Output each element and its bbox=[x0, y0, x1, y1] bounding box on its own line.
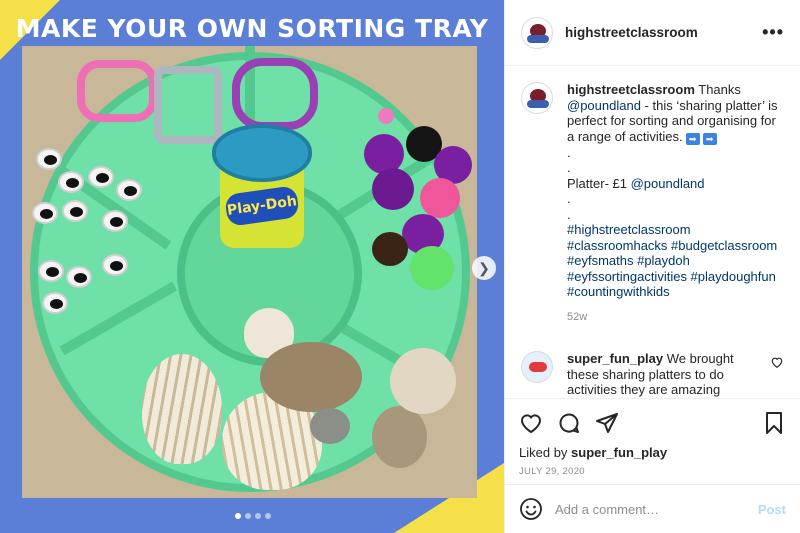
playdoh-pot: Play-Doh bbox=[212, 124, 312, 249]
caption-avatar[interactable] bbox=[521, 82, 553, 114]
comment-bubble-icon[interactable] bbox=[557, 411, 581, 435]
comment-text: super_fun_play We brought these sharing … bbox=[567, 351, 757, 398]
avatar-graphic bbox=[529, 362, 547, 372]
carousel-next-button[interactable]: ❯ bbox=[472, 256, 496, 280]
caption-dot: . bbox=[567, 191, 571, 206]
carousel-dot bbox=[245, 513, 251, 519]
pom-pom bbox=[420, 178, 460, 218]
post-sidebar: highstreetclassroom ••• highstreetclassr… bbox=[504, 0, 800, 533]
arrow-emoji-icon: ➡ bbox=[685, 132, 700, 145]
stone bbox=[260, 342, 362, 412]
googly-eye bbox=[42, 292, 68, 314]
hashtag-line[interactable]: #eyfsmaths #playdoh bbox=[567, 253, 784, 269]
googly-eye bbox=[32, 202, 58, 224]
googly-eye bbox=[58, 171, 84, 193]
post-image[interactable]: MAKE YOUR OWN SORTING TRAY Play-Doh ❯ bbox=[0, 0, 504, 533]
shell bbox=[142, 354, 222, 464]
carousel-dots bbox=[235, 513, 271, 519]
add-comment-bar: Post bbox=[505, 484, 800, 533]
pom-pom bbox=[372, 168, 414, 210]
caption-dot: . bbox=[567, 206, 571, 222]
mention-link[interactable]: @poundland bbox=[567, 98, 641, 113]
comment-input[interactable] bbox=[555, 501, 758, 517]
caption-username[interactable]: highstreetclassroom bbox=[567, 82, 695, 97]
hashtag-line[interactable]: #classroomhacks #budgetclassroom bbox=[567, 238, 784, 254]
googly-eye bbox=[62, 200, 88, 222]
hashtag-line[interactable]: #countingwithkids bbox=[567, 284, 784, 300]
arrow-emoji-icon: ➡ bbox=[702, 132, 717, 145]
post-date[interactable]: JULY 29, 2020 bbox=[519, 466, 786, 477]
caption-platter-line: Platter- £1 @poundland bbox=[567, 176, 784, 192]
caption-first-paragraph: highstreetclassroom Thanks @poundland - … bbox=[567, 82, 784, 145]
googly-eye bbox=[36, 148, 62, 170]
hashtag-line[interactable]: #eyfssortingactivities #playdoughfun bbox=[567, 269, 784, 285]
more-options-icon[interactable]: ••• bbox=[762, 22, 784, 43]
googly-eye bbox=[38, 260, 64, 282]
emoji-smiley-icon[interactable] bbox=[519, 497, 543, 521]
playdoh-lid bbox=[212, 124, 312, 182]
liked-by: Liked by super_fun_play bbox=[519, 445, 786, 460]
post-header: highstreetclassroom ••• bbox=[505, 0, 800, 66]
comments-section: highstreetclassroom Thanks @poundland - … bbox=[505, 66, 800, 398]
carousel-dot bbox=[255, 513, 261, 519]
googly-eye bbox=[102, 210, 128, 232]
googly-eye bbox=[102, 254, 128, 276]
share-paper-plane-icon[interactable] bbox=[595, 411, 619, 435]
googly-eye bbox=[116, 179, 142, 201]
butterfly-cutter bbox=[77, 60, 157, 122]
carousel-dot bbox=[265, 513, 271, 519]
commenter-username[interactable]: super_fun_play bbox=[567, 351, 663, 366]
pom-pom bbox=[410, 246, 454, 290]
save-bookmark-icon[interactable] bbox=[762, 411, 786, 435]
caption-text: highstreetclassroom Thanks @poundland - … bbox=[567, 82, 784, 325]
post-actions: Liked by super_fun_play JULY 29, 2020 bbox=[505, 398, 800, 484]
sorting-tray-photo: Play-Doh bbox=[22, 46, 477, 498]
commenter-avatar[interactable] bbox=[521, 351, 553, 383]
caption-text-fragment: Platter- £1 bbox=[567, 175, 631, 191]
caption: highstreetclassroom Thanks @poundland - … bbox=[521, 82, 784, 325]
stone bbox=[390, 348, 456, 414]
flower-cutter bbox=[232, 58, 318, 130]
carousel-dot bbox=[235, 513, 241, 519]
googly-eye bbox=[88, 166, 114, 188]
liked-by-username[interactable]: super_fun_play bbox=[571, 445, 667, 460]
comment: super_fun_play We brought these sharing … bbox=[521, 351, 784, 398]
stone bbox=[310, 408, 350, 444]
liked-by-prefix: Liked by bbox=[519, 445, 572, 460]
pom-pom bbox=[378, 108, 394, 124]
action-icons bbox=[519, 409, 786, 437]
hashtag-line[interactable]: #highstreetclassroom bbox=[567, 222, 784, 238]
post-comment-button[interactable]: Post bbox=[758, 502, 786, 517]
caption-time-ago[interactable]: 52w bbox=[567, 310, 784, 326]
comment-like-heart-icon[interactable] bbox=[770, 355, 784, 369]
mention-link[interactable]: @poundland bbox=[631, 176, 705, 191]
avatar-graphic bbox=[527, 100, 549, 108]
avatar-graphic bbox=[527, 34, 549, 43]
caption-text-fragment: Thanks bbox=[694, 82, 741, 97]
caption-dot: . bbox=[567, 160, 571, 175]
author-avatar[interactable] bbox=[521, 16, 553, 49]
like-heart-icon[interactable] bbox=[519, 411, 543, 435]
caption-dot: . bbox=[567, 144, 571, 160]
image-title: MAKE YOUR OWN SORTING TRAY bbox=[15, 14, 489, 43]
stone bbox=[372, 406, 427, 468]
googly-eye bbox=[66, 266, 92, 288]
pom-pom bbox=[372, 232, 408, 266]
author-username[interactable]: highstreetclassroom bbox=[565, 25, 698, 40]
